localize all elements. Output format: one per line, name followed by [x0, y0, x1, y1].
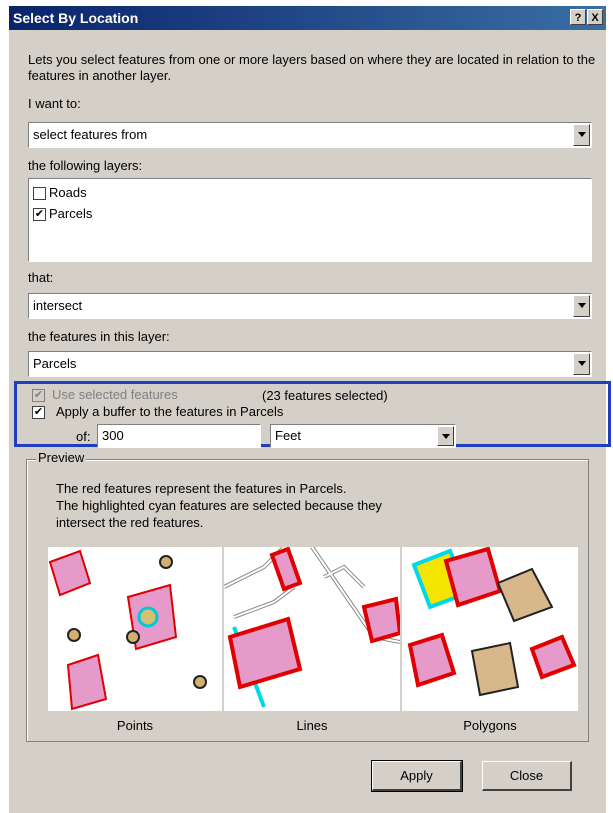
- preview-legend: Preview: [36, 450, 87, 465]
- buffer-unit-value: Feet: [275, 428, 302, 443]
- points-illustration: [48, 549, 207, 711]
- parcels-label: Parcels: [49, 206, 93, 221]
- layers-label: the following layers:: [28, 158, 143, 173]
- layers-list[interactable]: Roads ✔ Parcels: [28, 178, 592, 262]
- select-by-location-dialog: Select By Location ? X Lets you select f…: [0, 0, 613, 813]
- description-text: Lets you select features from one or mor…: [28, 52, 596, 83]
- apply-buffer-checkbox[interactable]: ✔: [32, 406, 45, 419]
- relationship-select[interactable]: intersect: [28, 293, 592, 319]
- points-preview-image: [48, 547, 222, 711]
- i-want-to-select[interactable]: select features from: [28, 122, 592, 148]
- polygons-illustration: [407, 546, 577, 697]
- close-button[interactable]: Close: [482, 761, 572, 791]
- dialog-title: Select By Location: [13, 10, 139, 26]
- buffer-distance-value: 300: [102, 428, 124, 443]
- points-caption: Points: [116, 718, 154, 733]
- apply-buffer-label: Apply a buffer to the features in Parcel…: [56, 404, 284, 419]
- title-bar: Select By Location ? X: [9, 6, 606, 30]
- preview-text-2: The highlighted cyan features are select…: [56, 498, 382, 513]
- apply-button[interactable]: Apply: [371, 760, 463, 792]
- preview-text-3: intersect the red features.: [56, 515, 204, 530]
- features-layer-select[interactable]: Parcels: [28, 351, 592, 377]
- chevron-down-icon[interactable]: [573, 295, 590, 317]
- preview-text-1: The red features represent the features …: [56, 481, 347, 496]
- close-x-button[interactable]: X: [587, 9, 603, 25]
- polygons-caption: Polygons: [463, 718, 517, 733]
- chevron-down-icon[interactable]: [437, 426, 454, 446]
- help-button[interactable]: ?: [570, 9, 586, 25]
- lines-caption: Lines: [296, 718, 328, 733]
- buffer-of-label: of:: [76, 429, 91, 444]
- chevron-down-icon[interactable]: [573, 124, 590, 146]
- i-want-to-label: I want to:: [28, 96, 81, 111]
- polygons-preview-image: [402, 546, 578, 711]
- features-layer-value: Parcels: [33, 356, 77, 371]
- i-want-to-value: select features from: [33, 127, 148, 142]
- parcels-checkbox[interactable]: ✔: [33, 208, 46, 221]
- buffer-unit-select[interactable]: Feet: [270, 424, 456, 448]
- relationship-value: intersect: [33, 298, 83, 313]
- lines-illustration: [223, 545, 403, 708]
- features-layer-label: the features in this layer:: [28, 329, 170, 344]
- buffer-distance-input[interactable]: 300: [97, 424, 261, 448]
- chevron-down-icon[interactable]: [573, 353, 590, 375]
- roads-checkbox[interactable]: [33, 187, 46, 200]
- that-label: that:: [28, 270, 54, 285]
- lines-preview-image: [223, 545, 403, 711]
- roads-label: Roads: [49, 185, 87, 200]
